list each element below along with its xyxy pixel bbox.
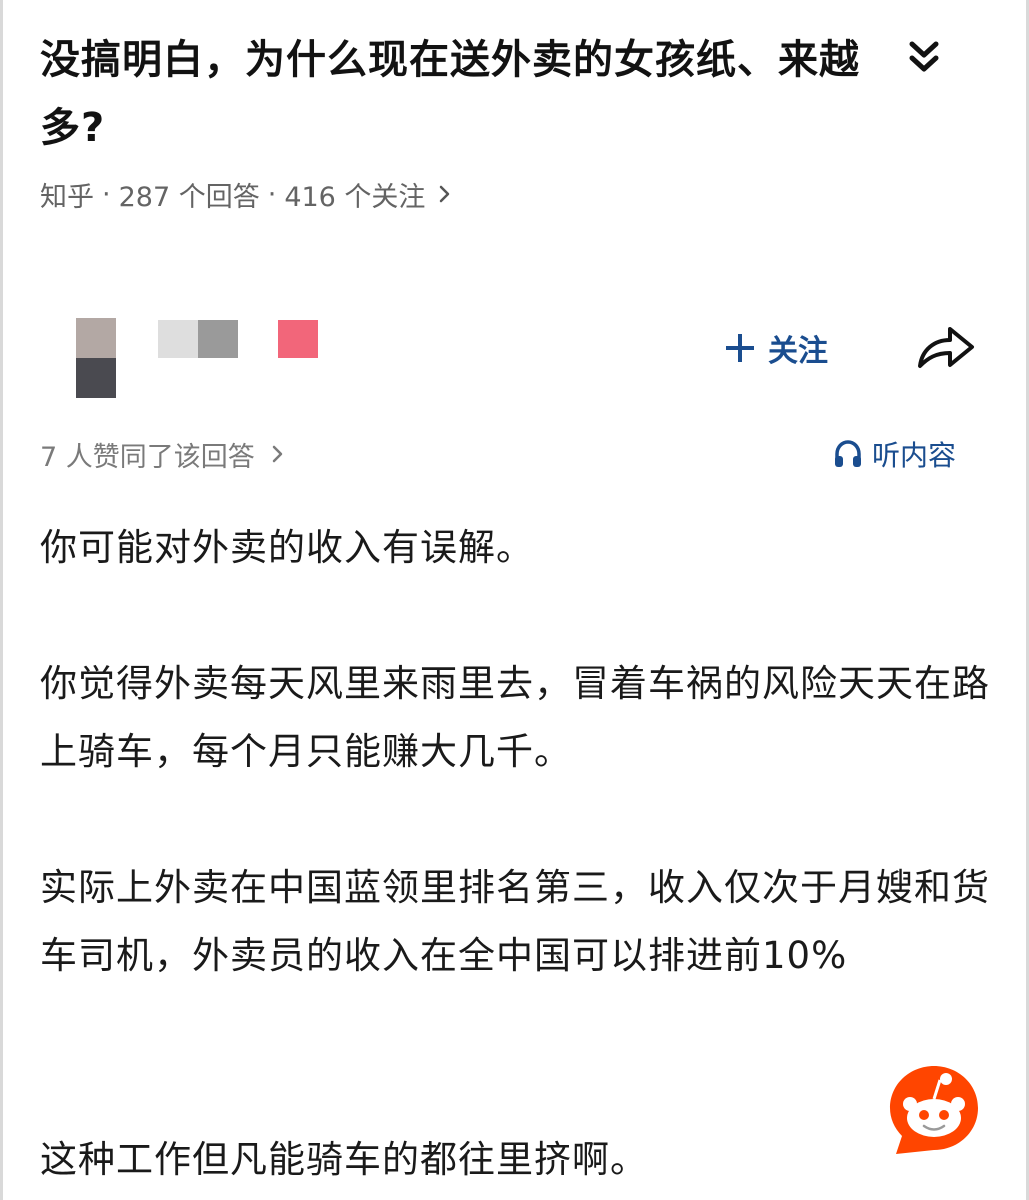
plus-icon [726,334,754,362]
listen-button[interactable]: 听内容 [832,432,956,476]
answer-count: 287 个回答 [118,181,260,213]
question-title[interactable]: 没搞明白，为什么现在送外卖的女孩纸、来越多? [40,26,920,162]
pixel-block [278,320,318,358]
meta-separator: · [102,178,111,210]
agree-text: 7 人赞同了该回答 [40,441,255,473]
collapse-title-button[interactable] [902,36,946,80]
pixel-block [158,320,198,358]
chevron-right-icon [440,185,450,203]
reddit-watermark [886,1062,982,1158]
follow-button[interactable]: 关注 [726,326,828,370]
answer-paragraph: 你可能对外卖的收入有误解。 [40,526,534,569]
pixel-block [76,318,116,358]
meta-separator: · [267,178,277,210]
reddit-snoo-icon [890,1066,978,1154]
pixel-block [76,358,116,398]
source-label: 知乎 [40,181,94,213]
chevron-right-icon [272,445,283,463]
share-icon [918,327,974,368]
follower-count: 416 个关注 [284,181,426,213]
double-chevron-down-icon [909,41,939,72]
agree-count-link[interactable]: 7 人赞同了该回答 [40,432,287,476]
pixel-block [198,320,238,358]
follow-label: 关注 [768,334,828,369]
listen-label: 听内容 [872,439,957,472]
headphones-icon [835,440,861,467]
question-meta[interactable]: 知乎 · 287 个回答 · 416 个关注 [40,172,455,216]
answer-paragraph: 这种工作但凡能骑车的都往里挤啊。 [40,1138,648,1181]
answer-paragraph: 实际上外卖在中国蓝领里排名第三，收入仅次于月嫂和货车司机，外卖员的收入在全中国可… [40,866,990,977]
share-button[interactable] [914,322,978,372]
answer-paragraph: 你觉得外卖每天风里来雨里去，冒着车祸的风险天天在路上骑车，每个月只能赚大几千。 [40,662,990,773]
